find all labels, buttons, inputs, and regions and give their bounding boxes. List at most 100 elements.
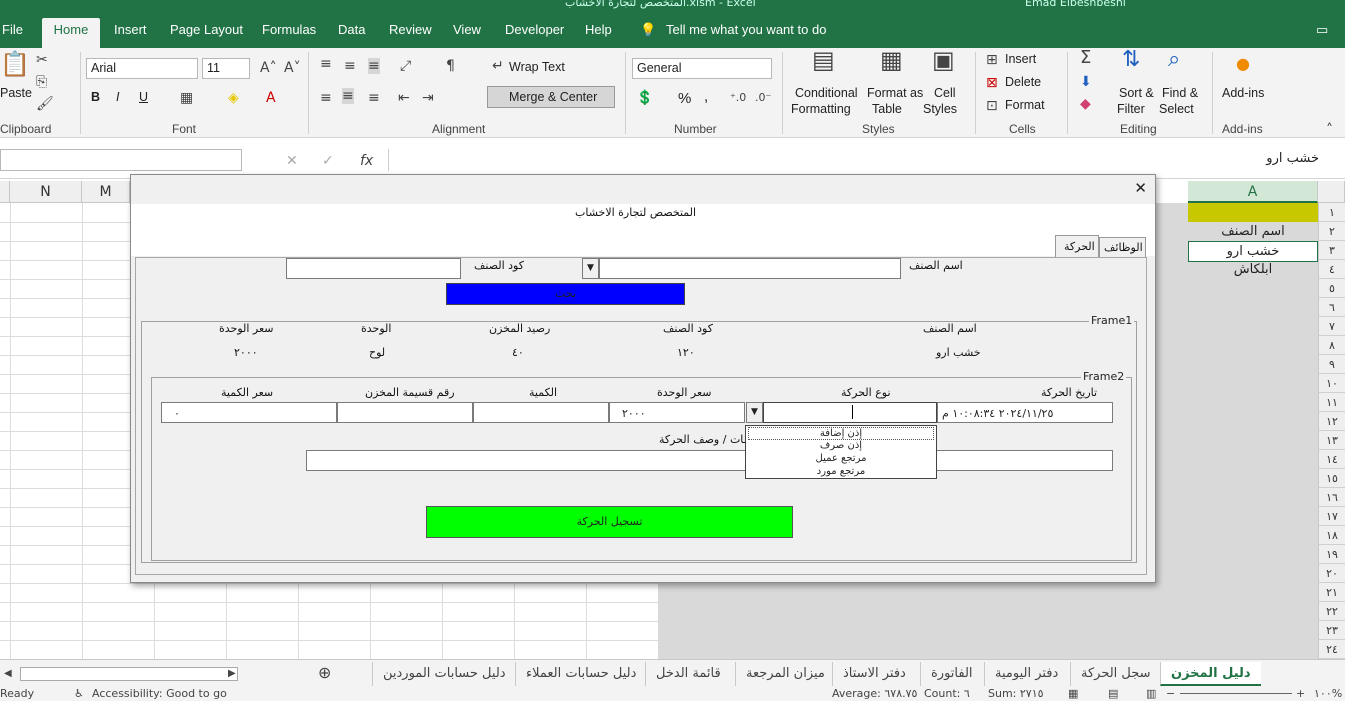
item-name-combo[interactable] bbox=[599, 258, 901, 279]
row-header[interactable]: ١١ bbox=[1318, 393, 1345, 412]
name-box[interactable] bbox=[0, 149, 242, 171]
cell-styles-line1[interactable]: Cell bbox=[934, 86, 956, 100]
row-header[interactable]: ١٠ bbox=[1318, 374, 1345, 393]
row-header[interactable]: ٢ bbox=[1318, 222, 1345, 241]
movement-type-dropdown-icon[interactable]: ▼ bbox=[746, 402, 763, 423]
quantity-price-input[interactable]: ٠ bbox=[161, 402, 337, 423]
comma-button[interactable]: , bbox=[704, 88, 708, 105]
zoom-level[interactable]: ١٠٠% bbox=[1314, 687, 1342, 700]
insert-cells-button[interactable]: Insert bbox=[1005, 52, 1036, 66]
find-select-line2[interactable]: Select bbox=[1159, 102, 1194, 116]
font-color-icon[interactable]: A bbox=[266, 90, 276, 106]
row-header[interactable]: ١٣ bbox=[1318, 431, 1345, 450]
tab-functions[interactable]: الوظائف bbox=[1099, 237, 1146, 257]
cell-styles-line2[interactable]: Styles bbox=[923, 102, 957, 116]
list-item-customer-return[interactable]: مرتجع عميل bbox=[748, 453, 934, 466]
fill-color-icon[interactable]: ◈ bbox=[228, 90, 239, 106]
sheet-tab-customers[interactable]: دليل حسابات العملاء bbox=[515, 662, 646, 686]
row-header[interactable]: ١٢ bbox=[1318, 412, 1345, 431]
tab-insert[interactable]: Insert bbox=[114, 18, 147, 48]
new-sheet-icon[interactable]: ⊕ bbox=[318, 665, 331, 681]
paste-icon[interactable]: 📋 bbox=[0, 52, 30, 76]
wrap-text-button[interactable]: Wrap Text bbox=[509, 60, 565, 74]
row-header[interactable]: ١٥ bbox=[1318, 469, 1345, 488]
collapse-ribbon-icon[interactable]: ˄ bbox=[1326, 122, 1333, 138]
quantity-input[interactable] bbox=[473, 402, 609, 423]
zoom-slider[interactable] bbox=[1180, 693, 1292, 694]
align-left-icon[interactable]: ≡ bbox=[320, 90, 332, 106]
register-movement-button[interactable]: تسجيل الحركة bbox=[426, 506, 793, 538]
formula-input[interactable]: خشب ارو bbox=[388, 149, 1345, 171]
cell-a2[interactable]: اسم الصنف bbox=[1188, 222, 1318, 241]
conditional-formatting-line1[interactable]: Conditional bbox=[795, 86, 858, 100]
row-header[interactable]: ٩ bbox=[1318, 355, 1345, 374]
tab-developer[interactable]: Developer bbox=[505, 18, 564, 48]
row-header[interactable]: ٧ bbox=[1318, 317, 1345, 336]
column-header-m[interactable]: M bbox=[82, 181, 130, 203]
conditional-formatting-line2[interactable]: Formatting bbox=[791, 102, 851, 116]
list-item-addition[interactable]: إذن إضافة bbox=[748, 427, 934, 440]
delete-cells-button[interactable]: Delete bbox=[1005, 75, 1041, 89]
item-name-dropdown-icon[interactable]: ▼ bbox=[582, 258, 599, 279]
row-header[interactable]: ٨ bbox=[1318, 336, 1345, 355]
column-header-o[interactable] bbox=[0, 181, 10, 203]
scroll-right-icon[interactable]: ▶ bbox=[228, 666, 236, 682]
fill-icon[interactable]: ⬇ bbox=[1080, 74, 1092, 90]
sort-filter-line2[interactable]: Filter bbox=[1117, 102, 1145, 116]
tab-review[interactable]: Review bbox=[389, 18, 432, 48]
align-middle-icon[interactable]: ≡ bbox=[344, 58, 356, 74]
bold-button[interactable]: B bbox=[91, 90, 100, 104]
align-bottom-icon[interactable]: ≡ bbox=[368, 58, 380, 74]
sheet-tab-ledger[interactable]: دفتر الاستاذ bbox=[832, 662, 916, 686]
row-header[interactable]: ٢٠ bbox=[1318, 564, 1345, 583]
tab-file[interactable]: File bbox=[2, 18, 23, 48]
orientation-icon[interactable]: ⤢ bbox=[400, 58, 411, 74]
comment-icon[interactable]: ▭ bbox=[1316, 18, 1328, 48]
cancel-icon[interactable]: ✕ bbox=[286, 153, 298, 169]
row-header[interactable]: ٢٢ bbox=[1318, 602, 1345, 621]
merge-center-button[interactable]: Merge & Center bbox=[487, 86, 615, 108]
font-size-box[interactable]: 11 bbox=[202, 58, 250, 79]
tab-data[interactable]: Data bbox=[338, 18, 365, 48]
row-header[interactable]: ١٩ bbox=[1318, 545, 1345, 564]
decrease-decimal-icon[interactable]: .0⁻ bbox=[755, 90, 771, 106]
tab-page-layout[interactable]: Page Layout bbox=[170, 18, 243, 48]
row-header[interactable]: ١٨ bbox=[1318, 526, 1345, 545]
format-painter-icon[interactable]: 🖌 bbox=[36, 96, 54, 112]
tab-home[interactable]: Home bbox=[42, 18, 100, 48]
increase-indent-icon[interactable]: ⇥ bbox=[422, 90, 434, 106]
cell-a1[interactable] bbox=[1188, 203, 1318, 222]
tab-help[interactable]: Help bbox=[585, 18, 612, 48]
row-header[interactable]: ٦ bbox=[1318, 298, 1345, 317]
zoom-in-icon[interactable]: + bbox=[1296, 687, 1305, 700]
increase-decimal-icon[interactable]: ⁺.0 bbox=[730, 90, 746, 106]
row-header[interactable]: ٢١ bbox=[1318, 583, 1345, 602]
page-layout-icon[interactable]: ▤ bbox=[1108, 687, 1118, 700]
percent-button[interactable]: % bbox=[678, 90, 691, 107]
sheet-tab-trial-balance[interactable]: ميزان المرجعة bbox=[735, 662, 835, 686]
tab-formulas[interactable]: Formulas bbox=[262, 18, 316, 48]
shrink-font-icon[interactable]: A˅ bbox=[284, 60, 301, 76]
cell-a4[interactable]: ابلكاش bbox=[1188, 260, 1318, 279]
sheet-tab-movement-log[interactable]: سجل الحركة bbox=[1070, 662, 1161, 686]
accessibility-status[interactable]: Accessibility: Good to go bbox=[92, 687, 227, 700]
zoom-out-icon[interactable]: − bbox=[1166, 687, 1175, 700]
row-header[interactable]: ٤ bbox=[1318, 260, 1345, 279]
normal-view-icon[interactable]: ▦ bbox=[1068, 687, 1078, 700]
format-as-table-line1[interactable]: Format as bbox=[867, 86, 923, 100]
close-icon[interactable]: ✕ bbox=[1134, 179, 1147, 197]
format-cells-button[interactable]: Format bbox=[1005, 98, 1045, 112]
sheet-tab-invoice[interactable]: الفاتورة bbox=[920, 662, 983, 686]
scroll-left-icon[interactable]: ◀ bbox=[4, 666, 12, 682]
list-item-issue[interactable]: إذن صرف bbox=[748, 440, 934, 453]
voucher-number-input[interactable] bbox=[337, 402, 473, 423]
enter-icon[interactable]: ✓ bbox=[322, 153, 334, 169]
insert-function-icon[interactable]: fx bbox=[360, 153, 373, 169]
tab-view[interactable]: View bbox=[453, 18, 481, 48]
row-header[interactable]: ١٦ bbox=[1318, 488, 1345, 507]
select-all-corner[interactable] bbox=[1318, 181, 1345, 203]
column-header-a[interactable]: A bbox=[1188, 181, 1318, 203]
tab-movement[interactable]: الحركة bbox=[1055, 235, 1099, 257]
number-format-box[interactable]: General bbox=[632, 58, 772, 79]
align-center-icon[interactable]: ≡ bbox=[342, 88, 354, 104]
